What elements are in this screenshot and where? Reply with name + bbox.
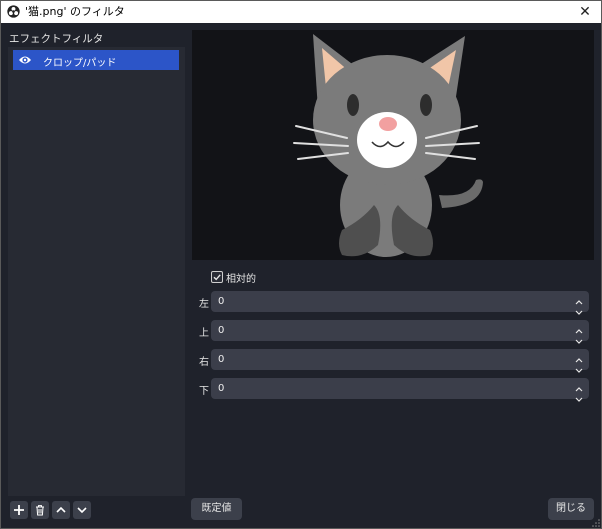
filter-item-crop-pad[interactable]: クロップ/パッド [13, 50, 179, 70]
checkmark-icon [213, 274, 221, 281]
cat-image [293, 34, 483, 257]
relative-checkbox[interactable] [211, 271, 223, 283]
right-spinbox[interactable]: 0 [211, 349, 589, 373]
arrow-down-icon [77, 507, 87, 514]
left-value: 0 [218, 296, 225, 307]
arrow-up-icon [56, 506, 66, 513]
move-filter-up-button[interactable] [52, 501, 70, 519]
close-window-button[interactable]: ✕ [575, 2, 595, 22]
title-bar: '猫.png' のフィルタ ✕ [1, 1, 601, 23]
chevron-down-icon [575, 310, 583, 315]
left-spinbox[interactable]: 0 [211, 291, 589, 315]
remove-filter-button[interactable] [31, 501, 49, 519]
move-filter-down-button[interactable] [73, 501, 91, 519]
chevron-down-icon [575, 368, 583, 373]
left-label: 左 [199, 299, 209, 310]
right-label: 右 [199, 357, 209, 368]
plus-icon [14, 505, 24, 515]
bottom-decrement-button[interactable] [573, 389, 585, 402]
relative-label: 相対的 [226, 274, 256, 285]
resize-grip-icon[interactable] [592, 519, 600, 527]
bottom-value: 0 [218, 383, 225, 394]
eye-icon[interactable] [18, 54, 32, 66]
top-decrement-button[interactable] [573, 331, 585, 344]
effect-filters-label: エフェクトフィルタ [9, 33, 104, 45]
obs-logo-icon [7, 5, 20, 18]
defaults-button[interactable]: 既定値 [191, 498, 242, 520]
left-increment-button[interactable] [573, 292, 585, 305]
right-value: 0 [218, 354, 225, 365]
effect-filters-list: クロップ/パッド [8, 47, 185, 496]
bottom-label: 下 [199, 386, 209, 397]
filter-item-label: クロップ/パッド [43, 58, 117, 69]
left-decrement-button[interactable] [573, 302, 585, 315]
top-spinbox[interactable]: 0 [211, 320, 589, 344]
window-title: '猫.png' のフィルタ [25, 5, 125, 18]
chevron-down-icon [575, 339, 583, 344]
right-decrement-button[interactable] [573, 360, 585, 373]
close-button[interactable]: 閉じる [548, 498, 594, 520]
add-filter-button[interactable] [10, 501, 28, 519]
close-icon: ✕ [579, 4, 591, 20]
top-value: 0 [218, 325, 225, 336]
trash-icon [36, 505, 44, 516]
chevron-down-icon [575, 397, 583, 402]
top-label: 上 [199, 328, 209, 339]
bottom-spinbox[interactable]: 0 [211, 378, 589, 402]
filters-window: '猫.png' のフィルタ ✕ エフェクトフィルタ クロップ/パッド 相対的 左… [0, 0, 602, 529]
bottom-increment-button[interactable] [573, 379, 585, 392]
top-increment-button[interactable] [573, 321, 585, 334]
preview-area [192, 30, 594, 260]
right-increment-button[interactable] [573, 350, 585, 363]
